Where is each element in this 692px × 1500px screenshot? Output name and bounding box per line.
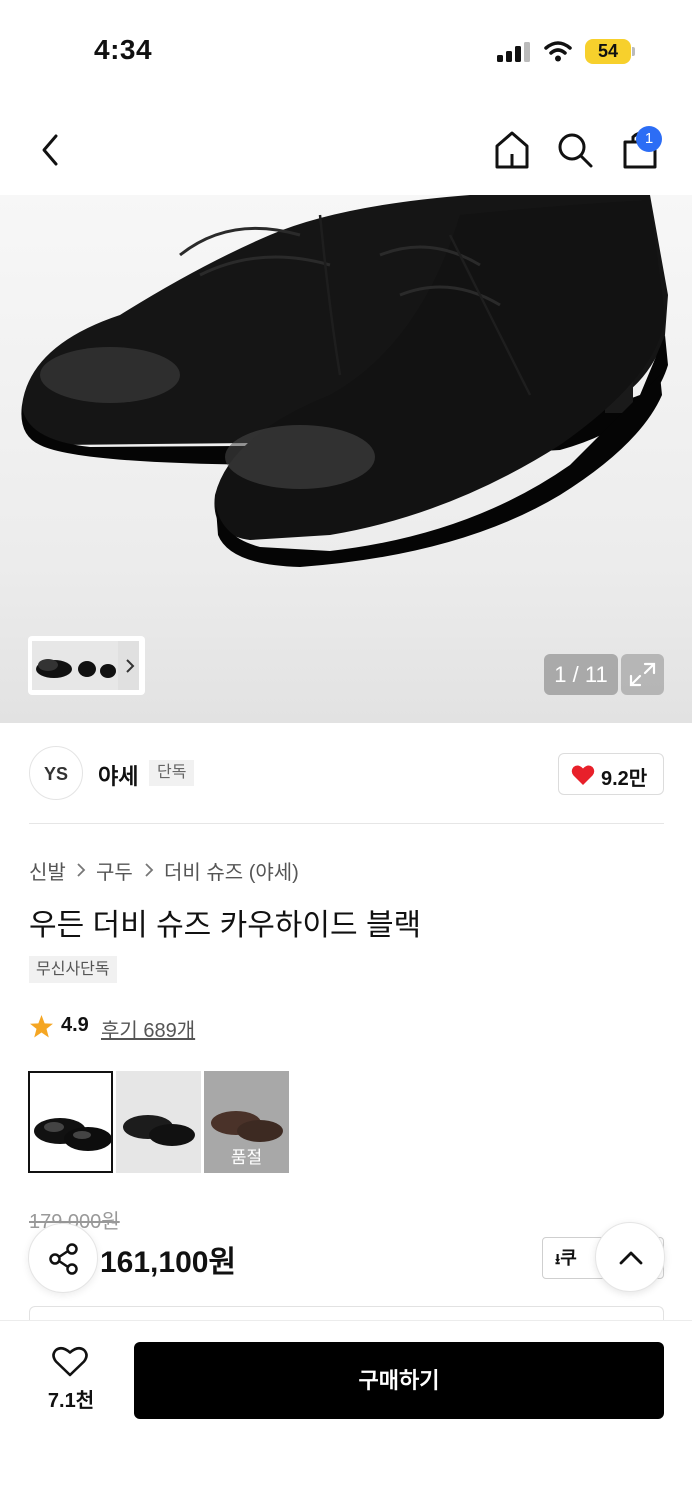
brand-name[interactable]: 야세 [98,759,138,791]
thumbnail-1[interactable] [32,641,76,690]
color-option-brown[interactable]: 품절 [204,1071,289,1173]
brand-like-count: 9.2만 [601,768,648,790]
color-option-black-2[interactable] [116,1071,201,1173]
soldout-label: 품절 [230,1148,263,1167]
divider [29,823,664,824]
status-time: 4:34 [94,34,153,65]
scroll-to-top-button[interactable] [595,1222,665,1292]
chevron-up-icon [619,1251,643,1265]
rating-score: 4.9 [61,1014,89,1036]
reviews-link[interactable]: 후기 689개 [101,1014,195,1043]
brand-like-button[interactable]: 9.2만 [558,753,664,795]
share-button[interactable] [28,1223,98,1293]
color-option-black[interactable] [28,1071,113,1173]
breadcrumb-item[interactable]: 구두 [96,856,133,885]
thumbnail-2[interactable] [76,641,98,690]
back-arrow-icon[interactable] [34,130,66,170]
option-shoe-image [34,1118,111,1151]
musinsa-exclusive-badge: 무신사단독 [29,956,117,983]
share-icon [49,1243,78,1275]
heart-outline-icon [52,1346,88,1377]
exclusive-tag: 단독 [149,760,195,786]
wishlist-button[interactable]: 7.1천 [40,1344,102,1414]
brand-logo[interactable]: YS [29,746,83,800]
image-thumbnail-strip[interactable] [28,636,145,695]
wishlist-count: 7.1천 [47,1390,95,1412]
star-icon [30,1015,53,1038]
cellular-signal-icon [497,42,530,62]
chevron-right-icon [145,863,154,877]
breadcrumb-item[interactable]: 신발 [29,856,66,885]
thumbnail-3[interactable] [98,641,118,690]
breadcrumb-item[interactable]: 더비 슈즈 (야세) [164,856,299,885]
option-shoe-image [123,1115,195,1146]
battery-cap [632,47,635,56]
heart-filled-icon [571,765,595,785]
coupon-label: 쿠 [560,1248,577,1268]
image-counter: 1 / 11 [544,654,618,695]
buy-button[interactable]: 구매하기 [134,1342,664,1419]
search-icon[interactable] [556,130,594,170]
wifi-icon [544,41,572,62]
status-bar: 4:34 54 [0,0,692,100]
battery-level: 54 [585,39,631,64]
home-icon[interactable] [493,130,531,170]
sale-price: 161,100원 [100,1246,237,1279]
product-title: 우든 더비 슈즈 카우하이드 블랙 [29,909,422,942]
expand-icon [629,662,656,687]
expand-button[interactable] [621,654,664,695]
chevron-right-icon[interactable] [125,658,135,674]
cart-count-badge: 1 [636,126,662,152]
chevron-right-icon [77,863,86,877]
